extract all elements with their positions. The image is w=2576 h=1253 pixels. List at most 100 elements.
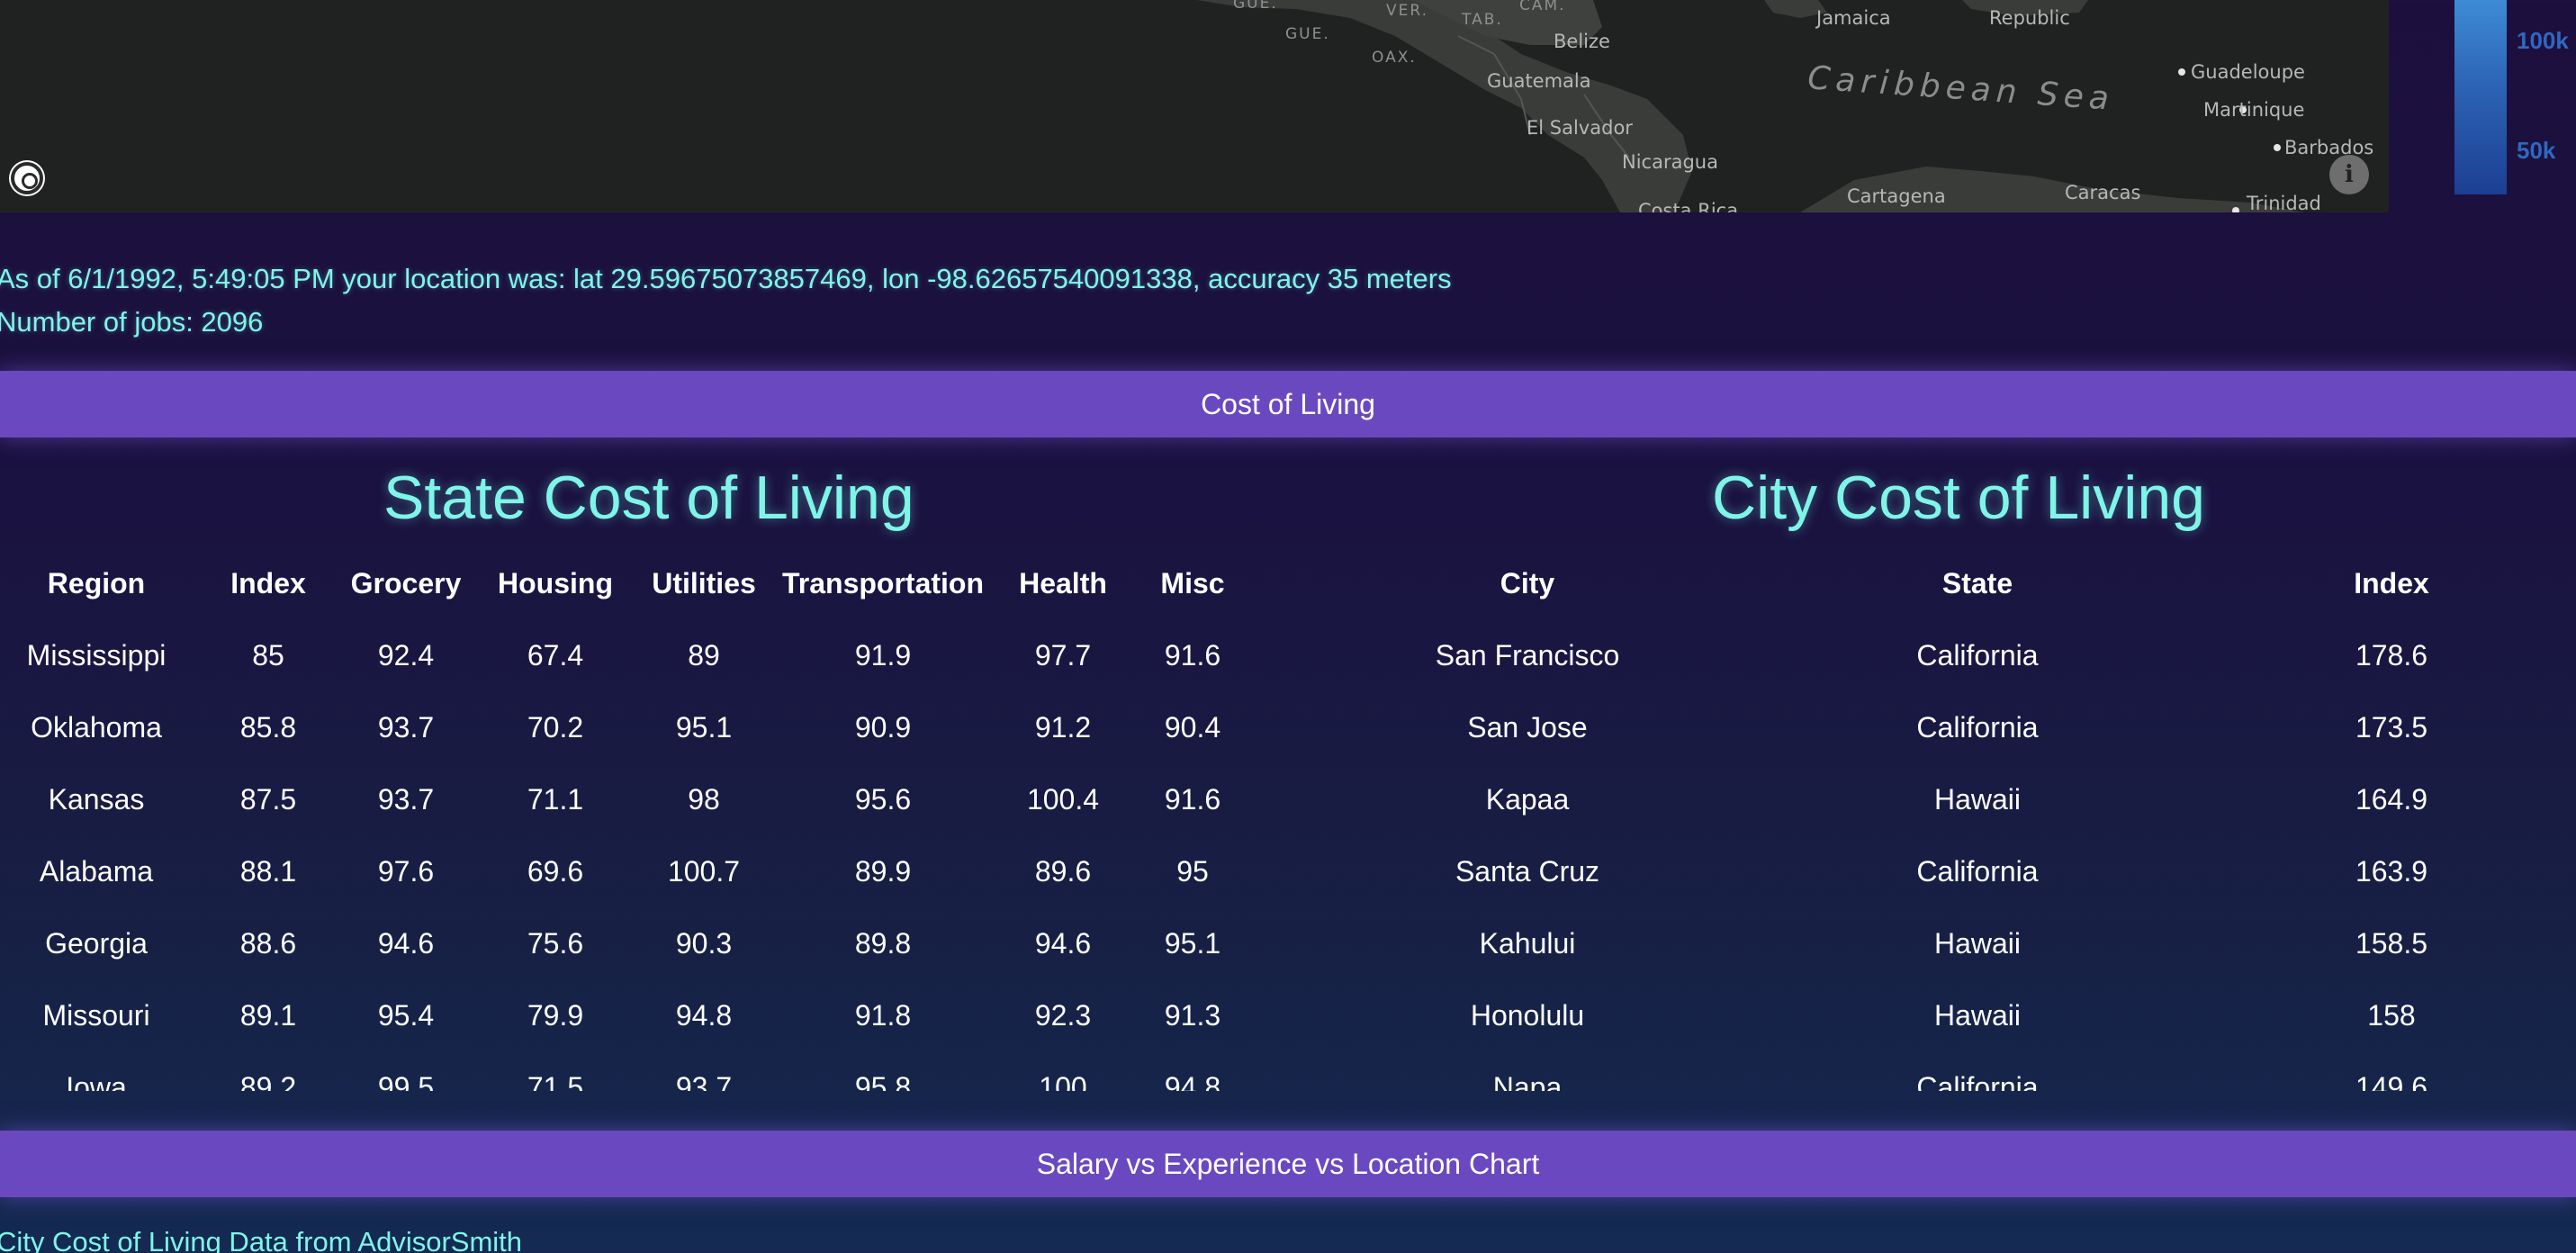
column-header[interactable]: Misc	[1125, 547, 1260, 619]
table-cell: 91.8	[854, 998, 912, 1032]
table-cell: San Francisco	[1435, 638, 1620, 672]
table-cell: 79.9	[527, 998, 584, 1032]
map-label: GUE.	[1285, 25, 1330, 43]
table-cell: Mississippi	[26, 638, 167, 672]
column-header[interactable]: Index	[2207, 547, 2576, 619]
table-cell: 98	[688, 782, 720, 816]
table-cell: 164.9	[2355, 782, 2428, 816]
table-cell: 89	[688, 638, 720, 672]
table-cell: 67.4	[527, 638, 584, 672]
table-cell: 149.6	[2355, 1070, 2428, 1092]
table-cell: California	[1916, 854, 2039, 888]
table-cell: Honolulu	[1470, 998, 1585, 1032]
table-cell: 178.6	[2355, 638, 2428, 672]
map-label: OAX.	[1372, 49, 1417, 67]
table-row: Napa California 149.6	[1307, 1051, 2576, 1092]
table-cell: Missouri	[42, 998, 150, 1032]
section-header-cost-of-living[interactable]: Cost of Living	[0, 371, 2576, 437]
map-label: Guadeloupe	[2191, 61, 2305, 83]
city-dot	[2178, 68, 2185, 76]
state-table-title: State Cost of Living	[383, 464, 914, 532]
state-cost-table: Region Index Grocery Housing Utilities T…	[0, 547, 1260, 1092]
table-cell: 89.6	[1034, 854, 1092, 888]
location-status: As of 6/1/1992, 5:49:05 PM your location…	[0, 263, 1452, 294]
table-cell: 71.5	[527, 1070, 584, 1092]
table-cell: Georgia	[45, 926, 148, 960]
table-cell: Alabama	[39, 854, 154, 888]
table-cell: 99.5	[377, 1070, 435, 1092]
column-header[interactable]: Utilities	[643, 547, 765, 619]
map-label: Caracas	[2065, 182, 2141, 203]
table-cell: 173.5	[2355, 710, 2428, 744]
city-cost-table: City State Index San Francisco California…	[1307, 547, 2576, 1092]
table-cell: 93.7	[675, 1070, 733, 1092]
table-cell: Hawaii	[1933, 782, 2022, 816]
column-header[interactable]: Housing	[468, 547, 643, 619]
column-header[interactable]: Index	[193, 547, 344, 619]
table-cell: 71.1	[527, 782, 584, 816]
column-header[interactable]: Health	[1001, 547, 1125, 619]
table-cell: 89.1	[239, 998, 297, 1032]
table-cell: 94.8	[675, 998, 733, 1032]
table-cell: Napa	[1492, 1070, 1563, 1092]
table-cell: Iowa	[66, 1070, 127, 1092]
table-cell: 93.7	[377, 710, 435, 744]
map-label: Martinique	[2203, 99, 2305, 121]
city-dot	[2274, 144, 2281, 151]
map-label: El Salvador	[1527, 117, 1633, 139]
column-header[interactable]: Region	[0, 547, 193, 619]
state-table-scroll[interactable]: Region Index Grocery Housing Utilities T…	[0, 547, 1260, 1092]
table-cell: 100.4	[1026, 782, 1100, 816]
legend-label-50k: 50k	[2517, 137, 2556, 164]
section-header-salary-chart[interactable]: Salary vs Experience vs Location Chart	[0, 1131, 2576, 1197]
mapbox-logo-icon[interactable]	[11, 162, 43, 194]
table-row: Oklahoma 85.8 93.7 70.2 95.1 90.9 91.2 90.4	[0, 691, 1260, 763]
map-label: CAM.	[1519, 0, 1566, 14]
table-cell: 95.6	[854, 782, 912, 816]
column-header[interactable]: City	[1307, 547, 1748, 619]
table-row: Iowa 89.2 99.5 71.5 93.7 95.8 100 94.8	[0, 1051, 1260, 1092]
table-cell: Kapaa	[1485, 782, 1570, 816]
info-icon[interactable]: i	[2329, 155, 2369, 194]
table-cell: 88.1	[239, 854, 297, 888]
jobs-count: Number of jobs: 2096	[0, 306, 264, 338]
city-dot	[2232, 207, 2239, 212]
table-header-row: City State Index	[1307, 547, 2576, 619]
table-row: Georgia 88.6 94.6 75.6 90.3 89.8 94.6 95.1	[0, 907, 1260, 979]
map-label: Costa Rica	[1638, 200, 1739, 212]
table-cell: 94.6	[377, 926, 435, 960]
map-label: GUE.	[1233, 0, 1278, 13]
table-cell: 95.1	[1164, 926, 1221, 960]
table-cell: 70.2	[527, 710, 584, 744]
map-legend-gradient	[2454, 0, 2507, 194]
table-cell: 95.1	[675, 710, 733, 744]
city-table-scroll[interactable]: City State Index San Francisco California…	[1307, 547, 2576, 1092]
table-cell: 163.9	[2355, 854, 2428, 888]
table-cell: Hawaii	[1933, 926, 2022, 960]
map-label: Barbados	[2284, 137, 2374, 158]
map-label: Belize	[1554, 31, 1610, 52]
table-cell: 75.6	[527, 926, 584, 960]
table-cell: 94.6	[1034, 926, 1092, 960]
table-cell: 95	[1176, 854, 1209, 888]
column-header[interactable]: Grocery	[344, 547, 468, 619]
table-header-row: Region Index Grocery Housing Utilities T…	[0, 547, 1260, 619]
table-cell: 91.6	[1164, 638, 1221, 672]
column-header[interactable]: Transportation	[765, 547, 1001, 619]
table-cell: 94.8	[1164, 1070, 1221, 1092]
job-map[interactable]: GUE. GUE. VER. TAB. CAM. OAX. Belize Gua…	[0, 0, 2389, 212]
table-cell: Kansas	[48, 782, 145, 816]
map-label: TAB.	[1462, 11, 1503, 29]
table-cell: Hawaii	[1933, 998, 2022, 1032]
table-cell: 69.6	[527, 854, 584, 888]
table-cell: California	[1916, 710, 2039, 744]
table-cell: 158	[2367, 998, 2416, 1032]
table-cell: 90.9	[854, 710, 912, 744]
table-cell: 158.5	[2355, 926, 2428, 960]
column-header[interactable]: State	[1748, 547, 2207, 619]
table-cell: 88.6	[239, 926, 297, 960]
table-cell: Santa Cruz	[1455, 854, 1600, 888]
table-cell: 93.7	[377, 782, 435, 816]
table-row: Missouri 89.1 95.4 79.9 94.8 91.8 92.3 91.3	[0, 979, 1260, 1051]
data-source-credit: City Cost of Living Data from AdvisorSmi…	[0, 1226, 523, 1253]
